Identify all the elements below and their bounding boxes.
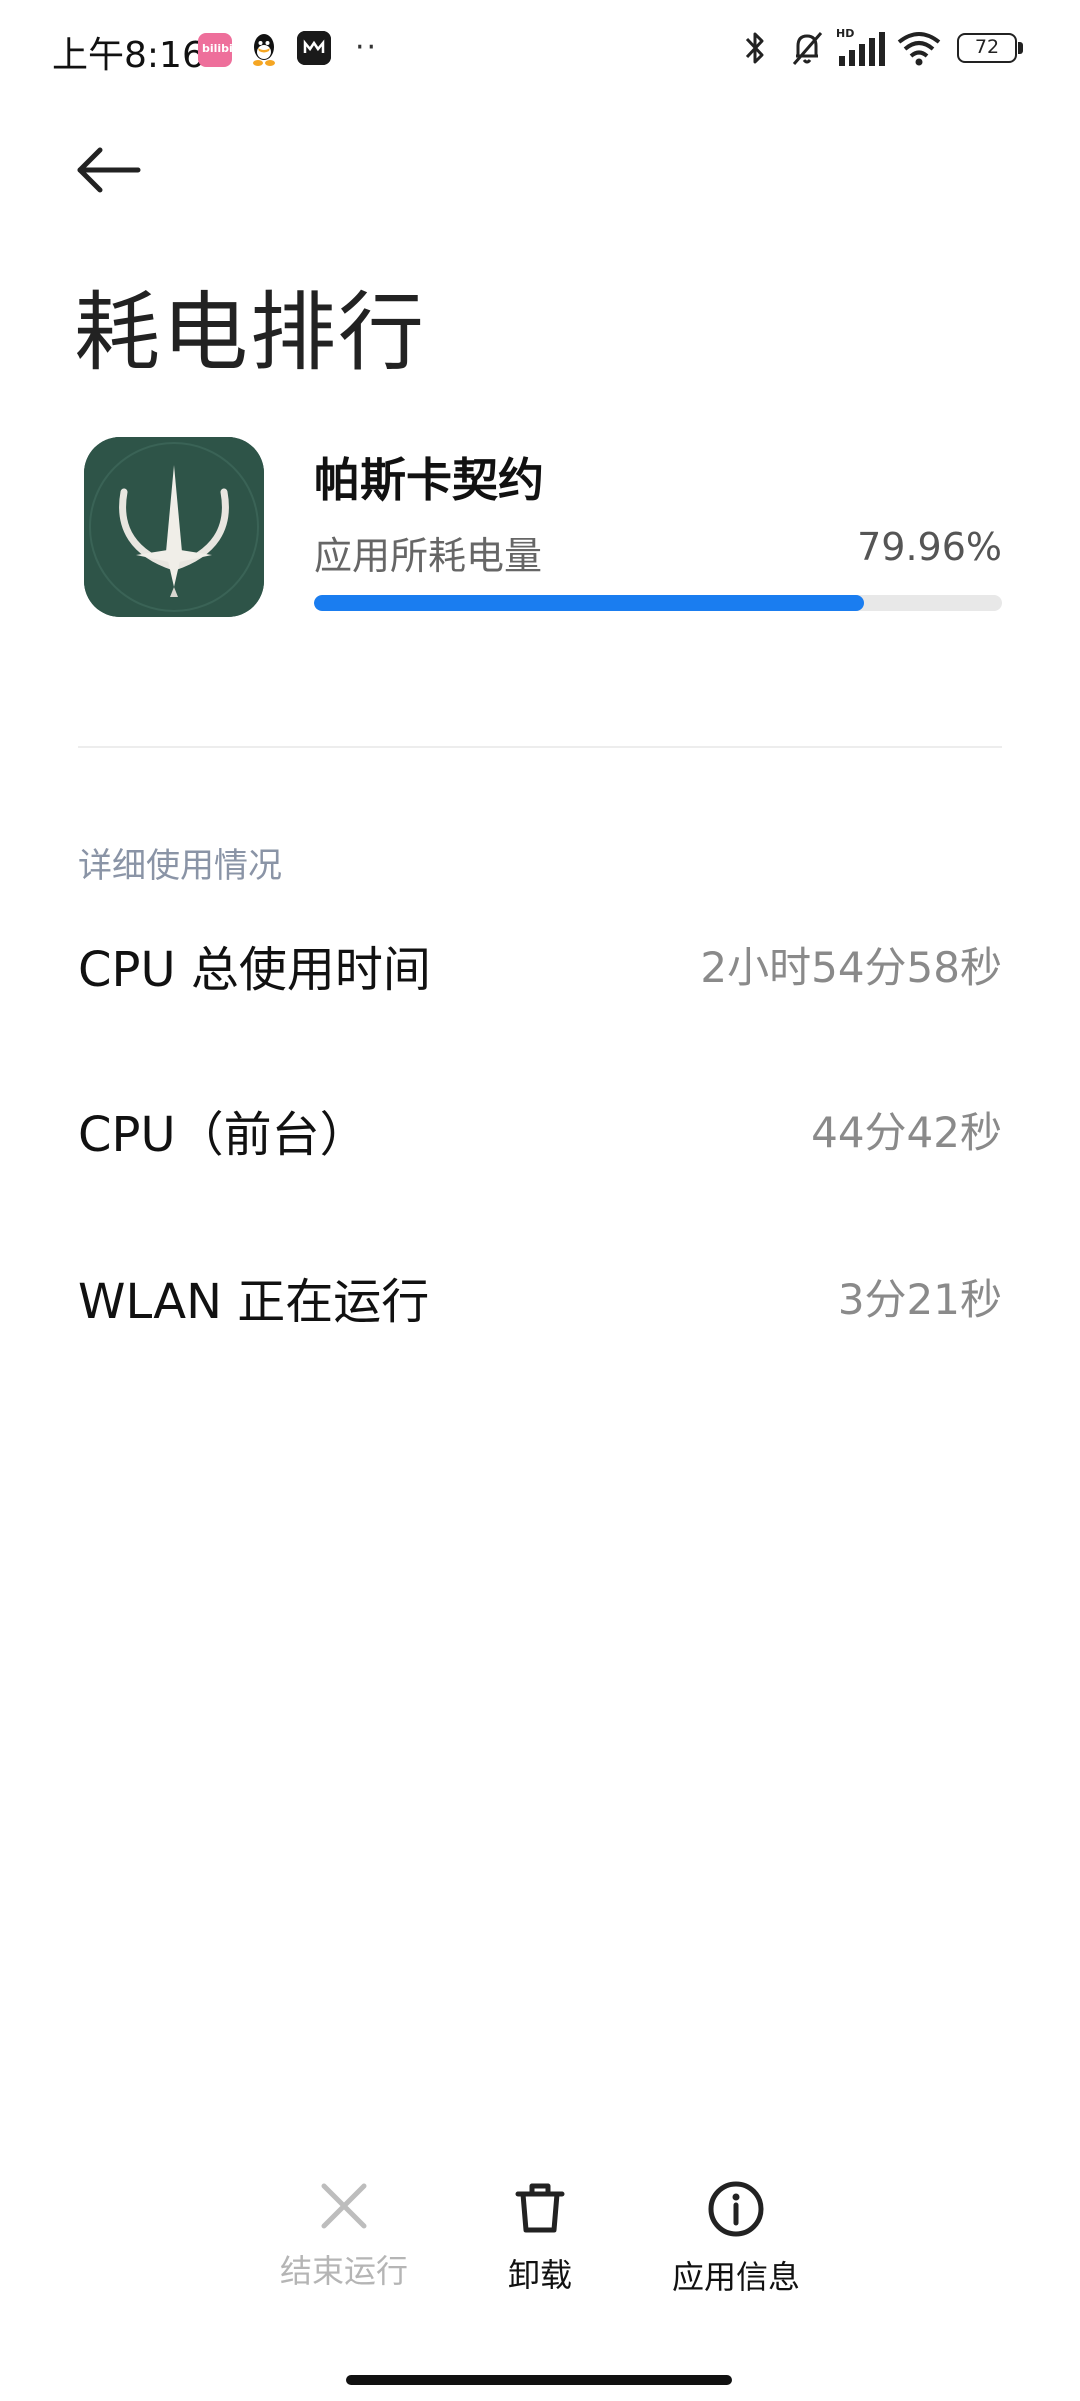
svg-text:HD: HD — [836, 27, 854, 40]
battery-ranking-screen: 上午8:16 bilibili ·· HD 72 耗电排行 帕斯卡契约 应用所耗… — [0, 0, 1080, 2401]
status-time: 上午8:16 — [52, 35, 205, 76]
detail-row-cpu-foreground: CPU（前台） 44分42秒 — [78, 1095, 1002, 1175]
battery-level: 72 — [974, 36, 1000, 58]
detail-value: 44分42秒 — [811, 1108, 1002, 1157]
end-process-label: 结束运行 — [279, 2252, 408, 2290]
app-info-button[interactable]: 应用信息 — [636, 2180, 836, 2310]
hd-signal-icon: HD — [836, 27, 885, 66]
detail-row-cpu-total: CPU 总使用时间 2小时54分58秒 — [78, 930, 1002, 1010]
detail-label: CPU 总使用时间 — [78, 942, 431, 998]
detail-row-wlan: WLAN 正在运行 3分21秒 — [78, 1262, 1002, 1342]
uninstall-label: 卸载 — [507, 2256, 572, 2294]
arrow-left-icon[interactable] — [72, 140, 148, 200]
divider — [78, 746, 1002, 748]
bluetooth-icon — [745, 32, 764, 64]
more-dots-icon: ·· — [355, 30, 379, 65]
detail-value: 2小时54分58秒 — [700, 943, 1002, 992]
info-icon — [708, 2181, 764, 2237]
qq-icon — [253, 34, 275, 66]
app-name: 帕斯卡契约 — [314, 453, 544, 507]
usage-progress-fill — [314, 595, 865, 611]
usage-progress-bar — [314, 595, 1002, 611]
mute-icon — [792, 32, 823, 65]
battery-tip — [1018, 42, 1023, 54]
end-process-button[interactable]: 结束运行 — [244, 2180, 444, 2310]
detail-label: WLAN 正在运行 — [78, 1274, 430, 1330]
section-title: 详细使用情况 — [78, 846, 282, 886]
music-app-icon — [297, 31, 331, 65]
page-title: 耗电排行 — [74, 283, 426, 383]
status-bar: 上午8:16 bilibili ·· HD 72 — [0, 0, 1080, 100]
app-info-label: 应用信息 — [671, 2258, 800, 2296]
uninstall-button[interactable]: 卸载 — [440, 2180, 640, 2310]
bilibili-logo-text: bilibili — [202, 42, 241, 55]
battery-icon: 72 — [957, 33, 1025, 65]
close-icon — [321, 2183, 367, 2229]
bilibili-icon: bilibili — [198, 33, 240, 67]
pascal-contract-app-icon — [84, 437, 264, 617]
wifi-icon — [897, 32, 941, 66]
detail-value: 3分21秒 — [837, 1275, 1002, 1324]
home-indicator[interactable] — [346, 2375, 732, 2385]
usage-value: 79.96% — [857, 525, 1002, 569]
trash-icon — [515, 2183, 565, 2233]
detail-label: CPU（前台） — [78, 1107, 368, 1163]
usage-label: 应用所耗电量 — [314, 534, 543, 578]
